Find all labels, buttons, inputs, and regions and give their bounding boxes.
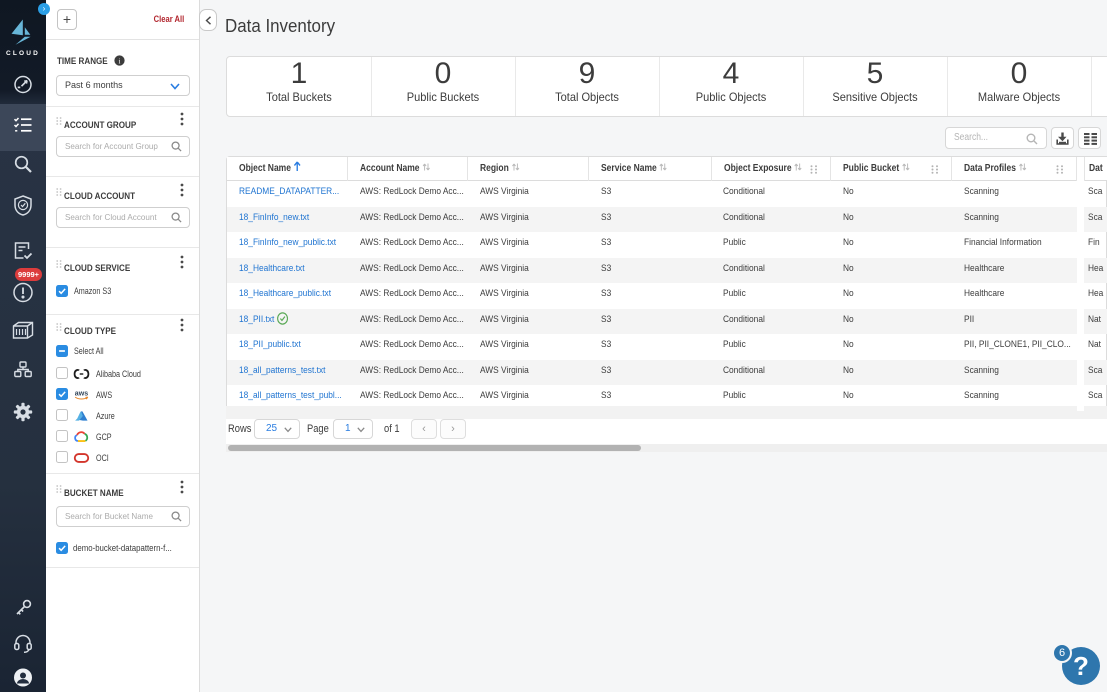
svg-text:aws: aws [75, 390, 88, 398]
svg-text:i: i [119, 56, 121, 65]
